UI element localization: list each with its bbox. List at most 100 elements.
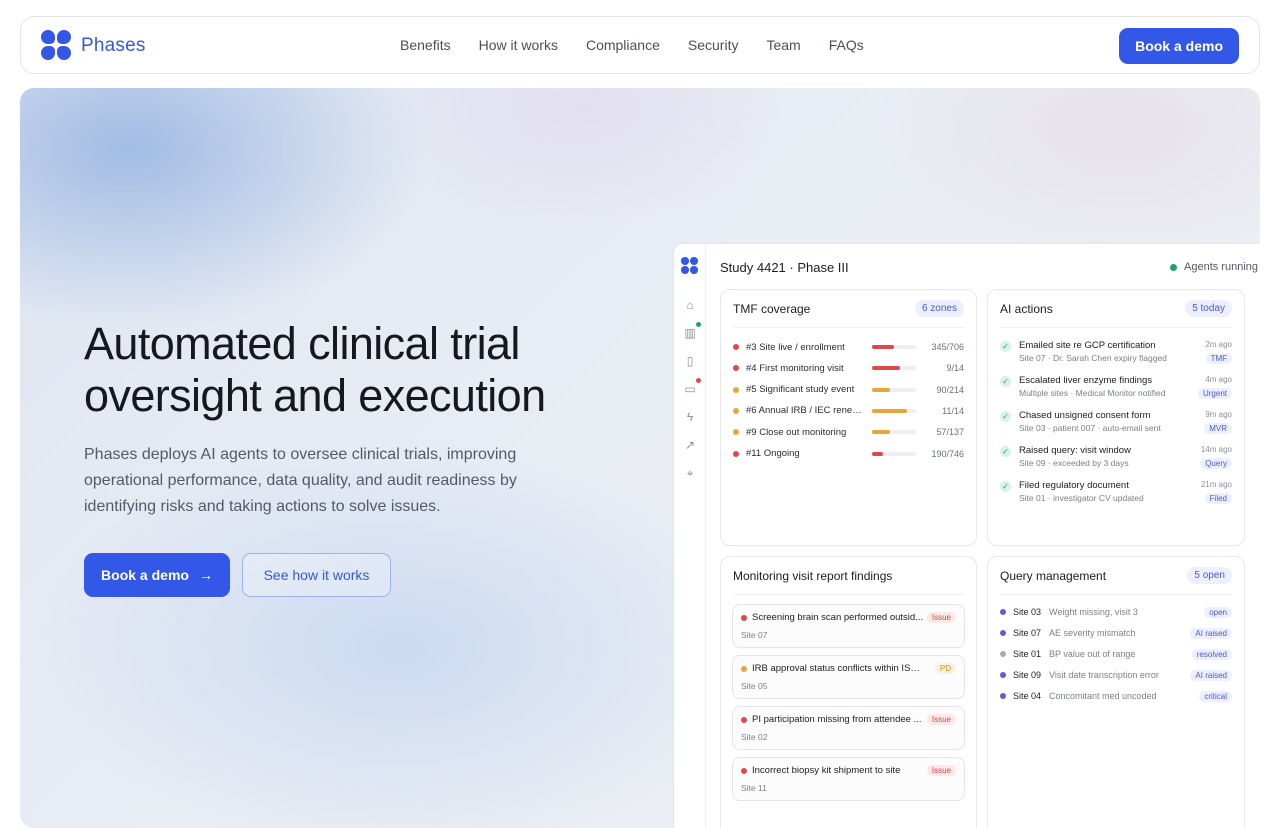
phases-mini-logo-icon — [681, 257, 698, 274]
query-site: Site 03 — [1013, 607, 1042, 617]
finding-item[interactable]: PI participation missing from attendee .… — [732, 706, 965, 750]
trend-up-icon[interactable]: ↗ — [683, 438, 697, 452]
nav-link-faqs[interactable]: FAQs — [829, 37, 864, 53]
action-tag: TMF — [1205, 353, 1232, 364]
query-tag: critical — [1199, 690, 1232, 702]
bar-chart-icon[interactable]: ▥ — [683, 326, 697, 340]
zone-status-dot — [733, 344, 739, 350]
query-row[interactable]: Site 03 Weight missing, visit 3 open — [1000, 605, 1232, 619]
query-dot — [1000, 672, 1006, 678]
query-tag: AI raised — [1190, 669, 1232, 681]
check-icon: ✓ — [1000, 341, 1011, 352]
query-desc: Concomitant med uncoded — [1049, 691, 1157, 701]
card-title: Monitoring visit report findings — [733, 568, 893, 583]
finding-item[interactable]: Screening brain scan performed outsid...… — [732, 604, 965, 648]
action-title: Emailed site re GCP certification — [1019, 340, 1156, 351]
book-demo-button[interactable]: Book a demo → — [84, 553, 230, 597]
nav-link-benefits[interactable]: Benefits — [400, 37, 451, 53]
zone-progress-fill — [872, 345, 894, 349]
query-row[interactable]: Site 07 AE severity mismatch AI raised — [1000, 626, 1232, 640]
query-tag: open — [1204, 606, 1232, 618]
card-title: Query management — [1000, 568, 1107, 583]
tmf-zone-row[interactable]: #6 Annual IRB / IEC renew... 11/14 — [733, 404, 964, 418]
finding-item[interactable]: Incorrect biopsy kit shipment to site Sit… — [732, 757, 965, 801]
ai-action-row[interactable]: ✓ Filed regulatory document Site 01 · inve… — [1000, 480, 1232, 510]
check-icon: ✓ — [1000, 376, 1011, 387]
see-how-it-works-button[interactable]: See how it works — [242, 553, 391, 597]
zone-status-dot — [733, 386, 739, 393]
zone-label: #4 First monitoring visit — [746, 362, 844, 374]
lightning-icon[interactable]: ϟ — [683, 410, 697, 424]
finding-tag: Issue — [926, 765, 956, 776]
book-demo-nav-button[interactable]: Book a demo — [1119, 28, 1239, 64]
ai-action-row[interactable]: ✓ Chased unsigned consent form Site 03 · p… — [1000, 410, 1232, 440]
ai-action-row[interactable]: ✓ Escalated liver enzyme findings Multiple… — [1000, 375, 1232, 405]
zone-progress-fill — [872, 366, 901, 371]
finding-dot — [741, 666, 747, 672]
ai-actions-card[interactable]: AI actions 5 today ✓ Emailed site re GCP … — [987, 289, 1245, 546]
finding-site: Site 02 — [741, 732, 768, 742]
finding-text: Screening brain scan performed outsid... — [752, 612, 924, 623]
query-row[interactable]: Site 01 BP value out of range resolved — [1000, 647, 1232, 661]
monitoring-findings-card[interactable]: Monitoring visit report findings Screeni… — [720, 556, 977, 828]
target-icon[interactable]: ⌖ — [683, 466, 697, 480]
zone-progress-fill — [872, 451, 883, 456]
action-time: 4m ago — [1205, 375, 1232, 384]
nav-link-security[interactable]: Security — [688, 37, 739, 53]
tmf-zone-row[interactable]: #9 Close out monitoring 57/137 — [733, 425, 964, 439]
action-title: Chased unsigned consent form — [1019, 410, 1151, 421]
query-site: Site 07 — [1013, 628, 1042, 638]
query-dot — [1000, 630, 1006, 636]
query-row[interactable]: Site 04 Concomitant med uncoded critical — [1000, 689, 1232, 703]
action-detail: Site 03 · patient 007 · auto-email sent — [1019, 423, 1161, 433]
finding-dot — [741, 768, 747, 774]
home-icon[interactable]: ⌂ — [683, 298, 697, 312]
finding-tag: Issue — [926, 714, 956, 725]
finding-text: Incorrect biopsy kit shipment to site — [752, 765, 901, 776]
tmf-zone-row[interactable]: #5 Significant study event 90/214 — [733, 383, 964, 397]
card-title: AI actions — [1000, 301, 1053, 316]
tmf-coverage-card[interactable]: TMF coverage 6 zones #3 Site live / enro… — [720, 289, 977, 546]
study-title: Study 4421 · Phase III — [720, 260, 849, 275]
ai-action-row[interactable]: ✓ Raised query: visit window Site 09 · exc… — [1000, 445, 1232, 475]
action-tag: Filed — [1204, 493, 1232, 504]
tmf-zone-row[interactable]: #4 First monitoring visit 9/14 — [733, 361, 964, 375]
ai-action-row[interactable]: ✓ Emailed site re GCP certification Site 0… — [1000, 340, 1232, 370]
document-icon[interactable]: ▯ — [683, 354, 697, 368]
tmf-zone-row[interactable]: #11 Ongoing 190/746 — [733, 447, 964, 461]
finding-site: Site 11 — [741, 783, 767, 793]
action-tag: Query — [1200, 458, 1232, 469]
nav-link-team[interactable]: Team — [766, 37, 800, 53]
action-title: Escalated liver enzyme findings — [1019, 375, 1153, 386]
card-title: TMF coverage — [733, 301, 811, 316]
zone-label: #9 Close out monitoring — [746, 426, 847, 438]
nav-links: Benefits How it works Compliance Securit… — [400, 17, 892, 73]
query-desc: Weight missing, visit 3 — [1049, 607, 1138, 617]
zone-status-dot — [733, 450, 739, 457]
finding-item[interactable]: IRB approval status conflicts within ISF… — [732, 655, 965, 699]
zone-status-dot — [733, 429, 739, 436]
query-management-card[interactable]: Query management 5 open Site 03 Weight mi… — [987, 556, 1245, 828]
nav-link-compliance[interactable]: Compliance — [586, 37, 660, 53]
today-badge: 5 today — [1185, 300, 1232, 317]
zone-label: #5 Significant study event — [746, 384, 855, 396]
zone-progress-bar — [872, 366, 916, 371]
arrow-right-icon: → — [198, 567, 213, 583]
nav-link-how-it-works[interactable]: How it works — [479, 37, 558, 53]
action-detail: Site 09 · exceeded by 3 days — [1019, 458, 1129, 468]
query-row[interactable]: Site 09 Visit date transcription error AI … — [1000, 668, 1232, 682]
action-tag: Urgent — [1197, 388, 1232, 399]
finding-text: IRB approval status conflicts within ISF… — [752, 663, 924, 674]
chat-icon[interactable]: ▭ — [683, 382, 697, 396]
zone-progress-bar — [872, 408, 916, 413]
zone-count: 190/746 — [931, 448, 964, 459]
query-desc: AE severity mismatch — [1049, 628, 1136, 638]
hero-headline: Automated clinical trial oversight and e… — [84, 318, 546, 421]
zone-progress-fill — [872, 387, 891, 392]
brand-logo[interactable]: Phases — [41, 30, 146, 61]
check-icon: ✓ — [1000, 481, 1011, 492]
status-dot — [696, 322, 701, 327]
dashboard-preview: ⌂ ▥ ▯ ▭ ϟ ↗ ⌖ Study 4421 · Phase III Age… — [673, 243, 1260, 828]
query-dot — [1000, 693, 1006, 699]
tmf-zone-row[interactable]: #3 Site live / enrollment 345/706 — [733, 340, 964, 354]
